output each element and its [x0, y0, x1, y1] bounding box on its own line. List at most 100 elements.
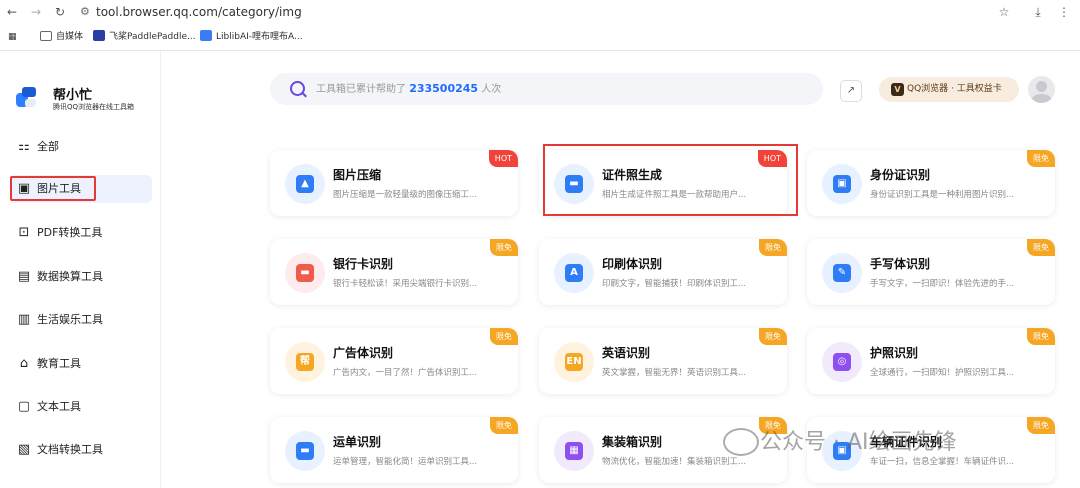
tool-icon: ▣ — [822, 164, 862, 204]
sidebar-item-life[interactable]: ▥ 生活娱乐工具 — [10, 306, 152, 334]
tool-title: 护照识别 — [870, 346, 919, 360]
url-field[interactable]: tool.browser.qq.com/category/img — [96, 4, 302, 20]
brand-name: 帮小忙 — [53, 88, 93, 103]
grid-icon: ⚏ — [18, 139, 30, 154]
tool-card[interactable]: ▬ 银行卡识别银行卡轻松读！采用尖端银行卡识别... 限免 — [270, 239, 518, 305]
bookmark-liblib[interactable]: LiblibAI-哩布哩布A... — [200, 30, 303, 44]
tool-icon: 帮 — [285, 342, 325, 382]
tool-glyph-icon: EN — [565, 353, 583, 371]
help-count: 233500245 — [409, 82, 479, 95]
search-placeholder: 工具箱已累计帮助了 233500245 人次 — [316, 82, 502, 95]
tool-title: 银行卡识别 — [333, 257, 394, 271]
tool-badge: 限免 — [1027, 239, 1055, 256]
tool-icon: ◎ — [822, 342, 862, 382]
watermark: 公众号 · AI绘画先锋 — [760, 430, 957, 455]
tool-badge: 限免 — [759, 239, 787, 256]
tool-card[interactable]: A 印刷体识别印刷文字，智能捕获！印刷体识别工... 限免 — [539, 239, 787, 305]
tool-title: 集装箱识别 — [602, 435, 663, 449]
tool-title: 手写体识别 — [870, 257, 931, 271]
tool-icon: ▬ — [285, 253, 325, 293]
site-info-icon[interactable]: ⚙ — [80, 4, 90, 20]
tool-icon: ✎ — [822, 253, 862, 293]
address-bar: ← → ↻ ⚙ tool.browser.qq.com/category/img… — [0, 0, 1080, 24]
tool-card[interactable]: ▬ 运单识别 运单管理，智能化简！运单识别工具... 限免 — [270, 417, 518, 483]
tool-badge: 限免 — [1027, 150, 1055, 167]
tool-icon: ▦ — [554, 431, 594, 471]
bookmark-zimeiti[interactable]: 自媒体 — [40, 30, 83, 44]
liblib-icon — [200, 30, 212, 41]
tool-glyph-icon: ▣ — [833, 175, 851, 193]
sidebar-item-doc-conversion[interactable]: ▧ 文档转换工具 — [10, 436, 152, 464]
tool-card[interactable]: ✎ 手写体识别手写文字，一扫即识！体验先进的手... 限免 — [807, 239, 1055, 305]
tool-glyph-icon: A — [565, 264, 583, 282]
wechat-icon — [723, 428, 759, 456]
tool-glyph-icon: ▲ — [296, 175, 314, 193]
tool-badge: 限免 — [1027, 328, 1055, 345]
tool-title: 印刷体识别 — [602, 257, 663, 271]
calculator-icon: ▤ — [17, 269, 31, 284]
forward-icon[interactable]: → — [28, 4, 44, 20]
sidebar-item-data-conversion[interactable]: ▤ 数据换算工具 — [10, 263, 152, 291]
tool-glyph-icon: ▬ — [296, 264, 314, 282]
tool-title: 运单识别 — [333, 435, 382, 449]
text-icon: ▢ — [17, 399, 31, 414]
tool-badge: HOT — [488, 150, 518, 167]
tool-title: 英语识别 — [602, 346, 651, 360]
apps-icon[interactable]: ▦ — [8, 30, 17, 44]
tool-card[interactable]: ▣ 身份证识别 身份证识别工具是一种利用图片识别... 限免 — [807, 150, 1055, 216]
tool-icon: ▲ — [285, 164, 325, 204]
download-icon[interactable]: ⤓ — [1030, 4, 1046, 20]
perk-card-button[interactable]: V QQ浏览器 · 工具权益卡 — [879, 77, 1019, 102]
avatar[interactable] — [1028, 76, 1055, 103]
reload-icon[interactable]: ↻ — [52, 4, 68, 20]
pdf-icon: ⊡ — [18, 225, 30, 240]
tool-icon: ▬ — [285, 431, 325, 471]
annotation-box-card — [543, 144, 798, 216]
tool-card[interactable]: 帮 广告体识别广告内文，一目了然！广告体识别工... 限免 — [270, 328, 518, 394]
tool-glyph-icon: 帮 — [296, 353, 314, 371]
tool-description: 全球通行，一扫即知！护照识别工具... — [870, 368, 1015, 378]
tool-badge: 限免 — [490, 239, 518, 256]
sidebar-item-all[interactable]: ⚏ 全部 — [10, 133, 152, 161]
paddle-icon — [93, 30, 105, 41]
bookmark-paddle[interactable]: 飞桨PaddlePaddle... — [93, 30, 196, 44]
vip-icon: V — [891, 83, 904, 96]
tool-description: 车证一扫，信息全掌握！车辆证件识... — [870, 457, 1015, 467]
tool-card[interactable]: EN 英语识别英文掌握，智能无界！英语识别工具... 限免 — [539, 328, 787, 394]
tool-description: 物流优化，智能加速！集装箱识别工... — [602, 457, 747, 467]
sidebar-item-education[interactable]: ⌂ 教育工具 — [10, 350, 152, 378]
tool-description: 银行卡轻松读！采用尖端银行卡识别... — [333, 279, 478, 289]
tool-description: 手写文字，一扫即识！体验先进的手... — [870, 279, 1015, 289]
tool-glyph-icon: ✎ — [833, 264, 851, 282]
school-icon: ⌂ — [19, 356, 29, 371]
tool-glyph-icon: ▦ — [565, 442, 583, 460]
tool-title: 图片压缩 — [333, 168, 382, 182]
tool-title: 广告体识别 — [333, 346, 394, 360]
back-icon[interactable]: ← — [4, 4, 20, 20]
tool-card[interactable]: ◎ 护照识别全球通行，一扫即知！护照识别工具... 限免 — [807, 328, 1055, 394]
share-icon[interactable]: ↗ — [840, 80, 862, 102]
more-menu-icon[interactable]: ⋮ — [1056, 4, 1072, 20]
tool-description: 广告内文，一目了然！广告体识别工... — [333, 368, 478, 378]
tool-card[interactable]: ▲ 图片压缩图片压缩是一款轻量级的图像压缩工... HOT — [270, 150, 518, 216]
tool-badge: 限免 — [490, 328, 518, 345]
tool-glyph-icon: ◎ — [833, 353, 851, 371]
calendar-icon: ▥ — [17, 312, 31, 327]
annotation-box-sidebar — [10, 176, 96, 201]
tool-badge: 限免 — [759, 328, 787, 345]
tool-description: 英文掌握，智能无界！英语识别工具... — [602, 368, 747, 378]
tool-title: 身份证识别 — [870, 168, 931, 182]
folder-icon — [40, 31, 52, 41]
logo-icon — [16, 87, 36, 107]
tool-description: 印刷文字，智能捕获！印刷体识别工... — [602, 279, 747, 289]
search-bar[interactable]: 工具箱已累计帮助了 233500245 人次 — [270, 73, 823, 105]
tool-badge: 限免 — [490, 417, 518, 434]
brand-tagline: 腾讯QQ浏览器在线工具箱 — [53, 103, 135, 111]
search-icon — [290, 81, 305, 96]
tool-description: 图片压缩是一款轻量级的图像压缩工... — [333, 190, 478, 200]
tool-badge: 限免 — [1027, 417, 1055, 434]
doc-icon: ▧ — [17, 442, 31, 457]
bookmark-star-icon[interactable]: ☆ — [996, 4, 1012, 20]
sidebar-item-text[interactable]: ▢ 文本工具 — [10, 393, 152, 421]
sidebar-item-pdf[interactable]: ⊡ PDF转换工具 — [10, 219, 152, 247]
